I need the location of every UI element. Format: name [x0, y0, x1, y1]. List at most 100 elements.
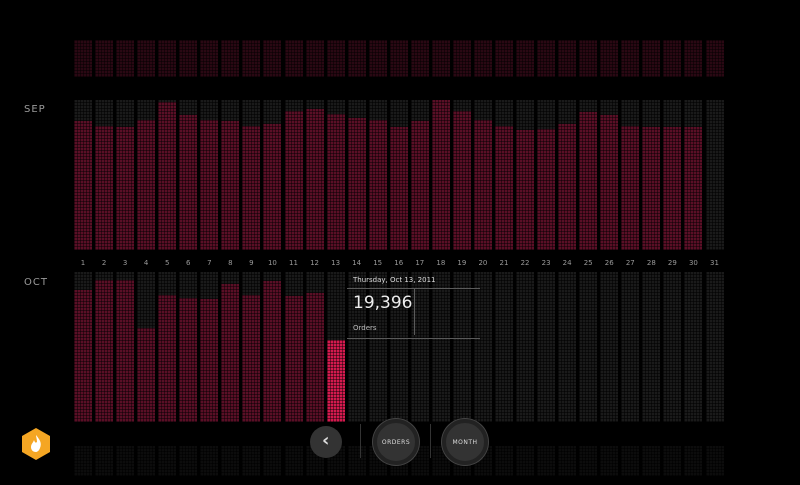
oct-bar[interactable] — [558, 272, 577, 422]
aug-bar[interactable] — [495, 40, 513, 77]
oct-bar[interactable] — [663, 272, 682, 422]
nov-bar[interactable] — [600, 446, 619, 476]
oct-bar[interactable] — [74, 272, 92, 422]
aug-bar[interactable] — [642, 40, 661, 77]
oct-bar[interactable] — [137, 272, 156, 422]
sep-bar[interactable] — [389, 100, 408, 250]
oct-bar[interactable] — [95, 272, 114, 422]
sep-bar[interactable] — [621, 100, 640, 250]
oct-bar[interactable] — [326, 272, 345, 422]
sep-bar[interactable] — [684, 100, 703, 250]
sep-bar[interactable] — [663, 100, 682, 250]
aug-bar[interactable] — [95, 40, 114, 77]
sep-bar[interactable] — [495, 100, 513, 250]
sep-bar[interactable] — [431, 100, 450, 250]
aug-bar[interactable] — [579, 40, 598, 77]
nov-bar[interactable] — [495, 446, 513, 476]
aug-bar[interactable] — [410, 40, 429, 77]
nov-bar[interactable] — [537, 446, 556, 476]
sep-bar[interactable] — [368, 100, 387, 250]
oct-bar[interactable] — [495, 272, 513, 422]
nov-bar[interactable] — [221, 446, 240, 476]
oct-bar[interactable] — [621, 272, 640, 422]
sep-bar[interactable] — [116, 100, 135, 250]
aug-bar[interactable] — [684, 40, 703, 77]
nov-bar[interactable] — [684, 446, 703, 476]
oct-bar[interactable] — [579, 272, 598, 422]
sep-bar[interactable] — [179, 100, 198, 250]
oct-bar[interactable] — [305, 272, 324, 422]
month-period-button[interactable]: MONTH — [442, 419, 488, 465]
sep-bar[interactable] — [516, 100, 535, 250]
sep-bar[interactable] — [705, 100, 724, 250]
aug-bar[interactable] — [221, 40, 240, 77]
aug-bar[interactable] — [431, 40, 450, 77]
aug-bar[interactable] — [326, 40, 345, 77]
sep-bar[interactable] — [305, 100, 324, 250]
aug-bar[interactable] — [663, 40, 682, 77]
aug-bar[interactable] — [473, 40, 492, 77]
nov-bar[interactable] — [284, 446, 303, 476]
nov-bar[interactable] — [158, 446, 177, 476]
nov-bar[interactable] — [242, 446, 261, 476]
sep-bar[interactable] — [410, 100, 429, 250]
oct-bar[interactable] — [516, 272, 535, 422]
sep-bar[interactable] — [74, 100, 92, 250]
nov-bar[interactable] — [663, 446, 682, 476]
aug-bar[interactable] — [600, 40, 619, 77]
aug-bar[interactable] — [137, 40, 156, 77]
aug-bar[interactable] — [305, 40, 324, 77]
sep-bar[interactable] — [473, 100, 492, 250]
aug-bar[interactable] — [179, 40, 198, 77]
sep-bar[interactable] — [558, 100, 577, 250]
oct-bar[interactable] — [116, 272, 135, 422]
oct-bar[interactable] — [684, 272, 703, 422]
orders-metric-button[interactable]: ORDERS — [373, 419, 419, 465]
oct-bar[interactable] — [537, 272, 556, 422]
aug-bar[interactable] — [537, 40, 556, 77]
nov-bar[interactable] — [200, 446, 219, 476]
oct-bar[interactable] — [200, 272, 219, 422]
aug-bar[interactable] — [705, 40, 724, 77]
aug-bar[interactable] — [621, 40, 640, 77]
back-button[interactable]: ‹ — [310, 426, 342, 458]
sep-bar[interactable] — [579, 100, 598, 250]
oct-bar[interactable] — [242, 272, 261, 422]
aug-bar[interactable] — [116, 40, 135, 77]
sep-bar[interactable] — [537, 100, 556, 250]
sep-bar[interactable] — [600, 100, 619, 250]
nov-bar[interactable] — [579, 446, 598, 476]
oct-bar[interactable] — [221, 272, 240, 422]
aug-bar[interactable] — [558, 40, 577, 77]
aug-bar[interactable] — [74, 40, 92, 77]
nov-bar[interactable] — [642, 446, 661, 476]
sep-bar[interactable] — [452, 100, 471, 250]
sep-bar[interactable] — [137, 100, 156, 250]
aug-bar[interactable] — [347, 40, 366, 77]
sep-bar[interactable] — [95, 100, 114, 250]
nov-bar[interactable] — [179, 446, 198, 476]
aug-bar[interactable] — [284, 40, 303, 77]
sep-bar[interactable] — [200, 100, 219, 250]
sep-bar[interactable] — [158, 100, 177, 250]
sep-bar[interactable] — [221, 100, 240, 250]
sep-bar[interactable] — [326, 100, 345, 250]
aug-bar[interactable] — [200, 40, 219, 77]
nov-bar[interactable] — [95, 446, 114, 476]
nov-bar[interactable] — [705, 446, 724, 476]
nov-bar[interactable] — [347, 446, 366, 476]
nov-bar[interactable] — [516, 446, 535, 476]
sep-bar[interactable] — [263, 100, 282, 250]
aug-bar[interactable] — [242, 40, 261, 77]
sep-bar[interactable] — [242, 100, 261, 250]
nov-bar[interactable] — [74, 446, 92, 476]
aug-bar[interactable] — [389, 40, 408, 77]
sep-bar[interactable] — [347, 100, 366, 250]
aug-bar[interactable] — [263, 40, 282, 77]
nov-bar[interactable] — [137, 446, 156, 476]
flame-logo-icon[interactable] — [22, 428, 50, 460]
nov-bar[interactable] — [621, 446, 640, 476]
nov-bar[interactable] — [558, 446, 577, 476]
nov-bar[interactable] — [116, 446, 135, 476]
sep-bar[interactable] — [284, 100, 303, 250]
